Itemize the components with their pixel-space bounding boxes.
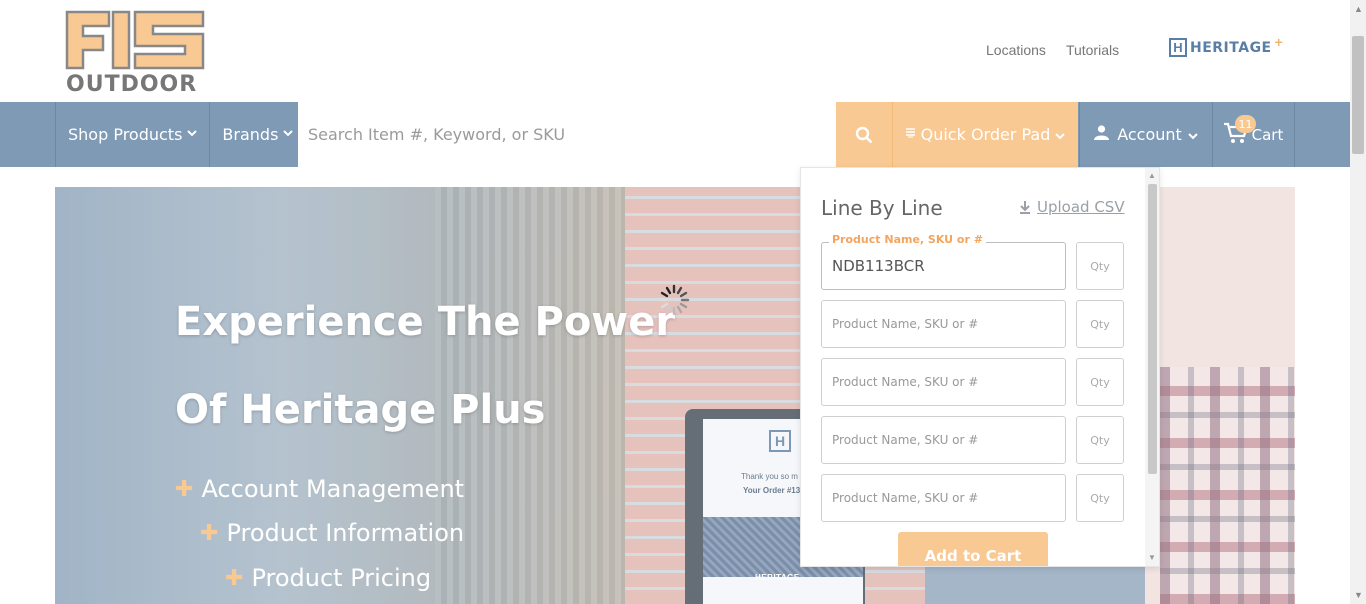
order-line-row: Product Name, SKU or # Qty: [821, 358, 1124, 406]
quick-order-pad-label: Quick Order Pad: [920, 125, 1051, 144]
shop-products-menu[interactable]: Shop Products: [55, 102, 209, 167]
account-menu[interactable]: Account: [1079, 102, 1212, 167]
product-field[interactable]: NDB113BCR: [821, 242, 1066, 290]
hero-bullet: ✚ Product Pricing: [225, 564, 431, 592]
tutorials-link[interactable]: Tutorials: [1066, 42, 1119, 58]
plus-icon: ✚: [175, 476, 194, 502]
search-button[interactable]: [836, 102, 892, 167]
order-line-row: Product Name, SKU or # Qty: [821, 474, 1124, 522]
product-field-label: Product Name, SKU or #: [829, 233, 986, 246]
plus-icon: ✚: [200, 520, 219, 546]
product-field[interactable]: Product Name, SKU or #: [821, 358, 1066, 406]
product-field[interactable]: Product Name, SKU or #: [821, 474, 1066, 522]
chevron-down-icon: [187, 129, 198, 140]
heritage-logo-text: HERITAGE: [1190, 39, 1272, 56]
scroll-up-icon[interactable]: ▲: [1354, 4, 1363, 14]
shop-products-label: Shop Products: [68, 125, 183, 144]
search-input[interactable]: [298, 102, 836, 167]
quick-order-pad-button[interactable]: Quick Order Pad: [892, 102, 1078, 167]
hero-bullet-text: Product Information: [226, 519, 465, 547]
scroll-down-icon[interactable]: ▼: [1354, 590, 1363, 600]
quick-order-scrollbar[interactable]: ▲ ▼: [1145, 168, 1159, 566]
hero-bullet-text: Account Management: [201, 475, 465, 503]
cart-count-badge: 11: [1235, 115, 1256, 133]
download-icon: [1020, 200, 1030, 214]
page: OUTDOOR Locations Tutorials H HERITAGE +…: [0, 0, 1366, 604]
order-line-row: Product Name, SKU or # Qty: [821, 416, 1124, 464]
hero-bullet: ✚ Account Management: [175, 475, 464, 503]
product-field-value: NDB113BCR: [832, 257, 925, 275]
chevron-down-icon: [1055, 125, 1066, 144]
nav-left-group: Shop Products Brands: [55, 102, 305, 167]
qty-field[interactable]: Qty: [1076, 358, 1124, 406]
main-nav: Shop Products Brands Quick Order Pad: [0, 102, 1350, 167]
qty-field[interactable]: Qty: [1076, 474, 1124, 522]
user-icon: [1094, 125, 1110, 144]
hero-bullet: ✚ Product Information: [200, 519, 464, 547]
heritage-plus-logo[interactable]: H HERITAGE +: [1169, 34, 1283, 57]
order-line-row: NDB113BCR Product Name, SKU or # Qty: [821, 233, 1124, 290]
plus-icon: ✚: [225, 565, 244, 591]
product-field[interactable]: Product Name, SKU or #: [821, 300, 1066, 348]
quick-order-title: Line By Line: [821, 196, 943, 220]
page-scrollbar[interactable]: ▲ ▼: [1350, 0, 1366, 604]
search-icon: [855, 126, 873, 143]
brands-menu[interactable]: Brands: [209, 102, 305, 167]
fis-outdoor-logo[interactable]: OUTDOOR: [65, 10, 207, 97]
account-label: Account: [1117, 125, 1182, 144]
scrollbar-thumb[interactable]: [1148, 184, 1157, 474]
heritage-mark: H: [1169, 38, 1187, 57]
heritage-plus-mark: +: [1274, 33, 1283, 50]
qty-field[interactable]: Qty: [1076, 416, 1124, 464]
quick-order-panel: Line By Line Upload CSV NDB113BCR Produc…: [800, 167, 1160, 567]
top-links: Locations Tutorials: [986, 42, 1119, 58]
cart-button[interactable]: 11 Cart: [1212, 102, 1295, 167]
scroll-up-icon[interactable]: ▲: [1148, 171, 1156, 180]
scroll-down-icon[interactable]: ▼: [1148, 553, 1156, 562]
logo-bottom-text: OUTDOOR: [66, 72, 197, 94]
locations-link[interactable]: Locations: [986, 42, 1046, 58]
top-header: OUTDOOR Locations Tutorials H HERITAGE +: [0, 0, 1350, 102]
upload-csv-link[interactable]: Upload CSV: [1019, 198, 1125, 216]
hero-title-line1: Experience The Power: [175, 299, 676, 345]
spinner-icon: [658, 284, 690, 316]
scrollbar-thumb[interactable]: [1352, 36, 1364, 154]
search-box: [298, 102, 836, 167]
upload-csv-label: Upload CSV: [1037, 198, 1125, 216]
hero-bullet-text: Product Pricing: [251, 564, 432, 592]
product-field[interactable]: Product Name, SKU or #: [821, 416, 1066, 464]
list-icon: [905, 128, 915, 141]
cart-label: Cart: [1251, 125, 1284, 144]
brands-label: Brands: [222, 125, 279, 144]
chevron-down-icon: [283, 129, 294, 140]
qty-field[interactable]: Qty: [1076, 300, 1124, 348]
order-line-row: Product Name, SKU or # Qty: [821, 300, 1124, 348]
chevron-down-icon: [1188, 125, 1198, 144]
add-to-cart-button[interactable]: Add to Cart: [898, 532, 1048, 566]
hero-title-line2: Of Heritage Plus: [175, 387, 546, 433]
qty-field[interactable]: Qty: [1076, 242, 1124, 290]
